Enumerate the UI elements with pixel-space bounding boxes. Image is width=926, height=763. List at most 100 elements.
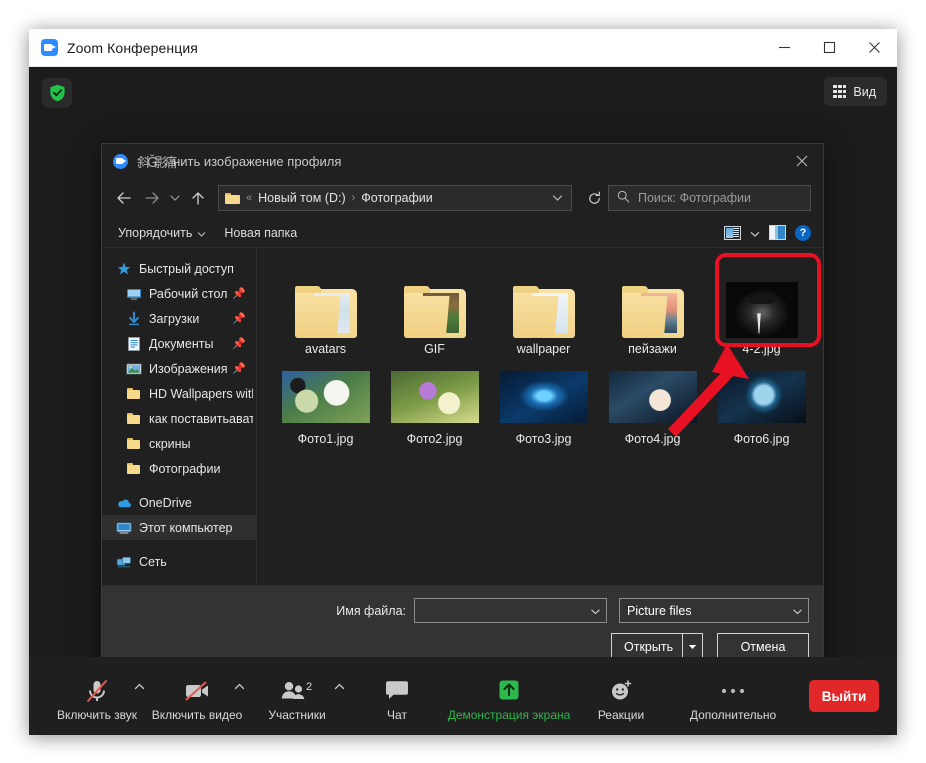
video-muted-icon xyxy=(183,677,211,705)
pin-icon[interactable]: 📌 xyxy=(232,312,246,325)
sidebar-item-label: Этот компьютер xyxy=(139,521,232,535)
sidebar-item-downloads[interactable]: Загрузки 📌 xyxy=(102,306,256,331)
folder-icon xyxy=(404,286,466,338)
folder-icon xyxy=(295,286,357,338)
desktop-icon xyxy=(126,286,142,302)
minimize-icon[interactable] xyxy=(762,29,807,67)
file-item-foto4[interactable]: Фото4.jpg xyxy=(598,366,707,446)
toolbar-chat[interactable]: Чат xyxy=(347,671,447,722)
file-item-avatars[interactable]: avatars xyxy=(271,260,380,356)
address-bar[interactable]: « Новый том (D:) › Фотографии xyxy=(218,185,572,211)
sidebar-item-onedrive[interactable]: OneDrive xyxy=(102,490,256,515)
meeting-toolbar: Включить звук Вкл xyxy=(29,657,897,735)
chevron-up-icon[interactable] xyxy=(134,682,145,693)
toolbar-more[interactable]: Дополнительно xyxy=(671,671,795,722)
search-placeholder: Поиск: Фотографии xyxy=(638,191,751,205)
chevron-up-icon[interactable] xyxy=(234,682,245,693)
filename-row: Имя файла: Picture files xyxy=(102,598,809,623)
dialog-title: нить изображение профиля xyxy=(173,154,341,169)
toolbar-items: Включить звук Вкл xyxy=(29,671,795,722)
navigation-sidebar: Быстрый доступ Рабочий стол 📌 xyxy=(102,248,257,585)
sidebar-item-kak-postavit-avatar[interactable]: как поставитьават xyxy=(102,406,256,431)
arrow-left-icon[interactable] xyxy=(110,184,138,212)
toolbar-label: Демонстрация экрана xyxy=(448,708,571,722)
chevron-down-icon xyxy=(792,604,803,618)
file-name: wallpaper xyxy=(517,342,571,356)
sidebar-gap-2 xyxy=(102,540,256,549)
pin-icon[interactable]: 📌 xyxy=(232,287,246,300)
file-item-gif[interactable]: GIF xyxy=(380,260,489,356)
toolbar-unmute-audio[interactable]: Включить звук xyxy=(47,671,147,722)
sidebar-item-label: Быстрый доступ xyxy=(139,262,234,276)
chevron-down-icon xyxy=(197,226,206,240)
chevron-down-icon[interactable] xyxy=(552,189,567,207)
breadcrumb-overflow[interactable]: « xyxy=(246,192,252,204)
dialog-command-bar: Упорядочить Новая папка xyxy=(102,218,823,248)
security-shield-icon[interactable] xyxy=(42,78,72,108)
file-item-foto3[interactable]: Фото3.jpg xyxy=(489,366,598,446)
file-name: avatars xyxy=(305,342,346,356)
organize-button[interactable]: Упорядочить xyxy=(118,226,206,240)
file-name: Фото6.jpg xyxy=(734,432,790,446)
thumbnail xyxy=(404,260,466,338)
chat-icon xyxy=(384,677,410,705)
sidebar-item-pictures[interactable]: Изображения 📌 xyxy=(102,356,256,381)
view-button[interactable]: Вид xyxy=(824,77,887,106)
arrow-up-icon[interactable] xyxy=(184,184,212,212)
sidebar-item-this-pc[interactable]: Этот компьютер xyxy=(102,515,256,540)
sidebar-item-desktop[interactable]: Рабочий стол 📌 xyxy=(102,281,256,306)
toolbar-participants[interactable]: 2 Участники xyxy=(247,671,347,722)
sidebar-item-hd-wallpapers[interactable]: HD Wallpapers with xyxy=(102,381,256,406)
sidebar-item-label: Фотографии xyxy=(149,462,220,476)
more-icon xyxy=(718,677,748,705)
toolbar-start-video[interactable]: Включить видео xyxy=(147,671,247,722)
breadcrumb-separator: › xyxy=(352,192,356,204)
file-item-wallpaper[interactable]: wallpaper xyxy=(489,260,598,356)
file-item-foto6[interactable]: Фото6.jpg xyxy=(707,366,816,446)
file-item-peyzazhi[interactable]: пейзажи xyxy=(598,260,707,356)
refresh-icon[interactable] xyxy=(580,184,608,212)
file-item-4-2-jpg[interactable]: 4-2.jpg xyxy=(707,260,816,356)
maximize-icon[interactable] xyxy=(807,29,852,67)
toolbar-share-screen[interactable]: Демонстрация экрана xyxy=(447,671,571,722)
filetype-value: Picture files xyxy=(627,604,692,618)
sidebar-item-documents[interactable]: Документы 📌 xyxy=(102,331,256,356)
pin-icon[interactable]: 📌 xyxy=(232,337,246,350)
dialog-navigation-bar: « Новый том (D:) › Фотографии xyxy=(102,178,823,218)
new-folder-label: Новая папка xyxy=(224,226,297,240)
close-icon[interactable] xyxy=(852,29,897,67)
chevron-down-icon[interactable] xyxy=(590,602,601,620)
search-input[interactable]: Поиск: Фотографии xyxy=(608,185,811,211)
participants-icon: 2 xyxy=(280,677,314,705)
sidebar-item-quick-access[interactable]: Быстрый доступ xyxy=(102,256,256,281)
sidebar-item-label: Сеть xyxy=(139,555,167,569)
sidebar-item-fotografii[interactable]: Фотографии xyxy=(102,456,256,481)
chevron-up-icon[interactable] xyxy=(334,682,345,693)
sidebar-item-network[interactable]: Сеть xyxy=(102,549,256,574)
file-list-area[interactable]: avatars GIF xyxy=(257,248,823,585)
breadcrumb-item-drive[interactable]: Новый том (D:) xyxy=(258,191,346,205)
new-folder-button[interactable]: Новая папка xyxy=(224,226,297,240)
file-item-foto1[interactable]: Фото1.jpg xyxy=(271,366,380,446)
mic-muted-icon xyxy=(84,677,110,705)
arrow-right-icon[interactable] xyxy=(138,184,166,212)
pin-icon[interactable]: 📌 xyxy=(232,362,246,375)
filetype-select[interactable]: Picture files xyxy=(619,598,809,623)
close-icon[interactable] xyxy=(781,144,823,178)
zoom-titlebar: Zoom Конференция xyxy=(29,29,897,67)
view-layout-icon[interactable] xyxy=(724,226,741,240)
breadcrumb-item-folder[interactable]: Фотографии xyxy=(361,191,432,205)
filename-input[interactable] xyxy=(414,598,607,623)
sidebar-item-skriny[interactable]: скрины xyxy=(102,431,256,456)
folder-icon xyxy=(225,192,240,204)
zoom-logo-icon xyxy=(41,39,58,56)
file-item-foto2[interactable]: Фото2.jpg xyxy=(380,366,489,446)
this-pc-icon xyxy=(116,520,132,536)
preview-pane-icon[interactable] xyxy=(769,225,786,240)
leave-meeting-button[interactable]: Выйти xyxy=(809,680,879,712)
zoom-title-group: Zoom Конференция xyxy=(29,39,762,56)
chevron-down-icon[interactable] xyxy=(750,224,760,242)
toolbar-reactions[interactable]: Реакции xyxy=(571,671,671,722)
chevron-down-icon[interactable] xyxy=(166,184,184,212)
help-icon[interactable]: ? xyxy=(795,225,811,241)
